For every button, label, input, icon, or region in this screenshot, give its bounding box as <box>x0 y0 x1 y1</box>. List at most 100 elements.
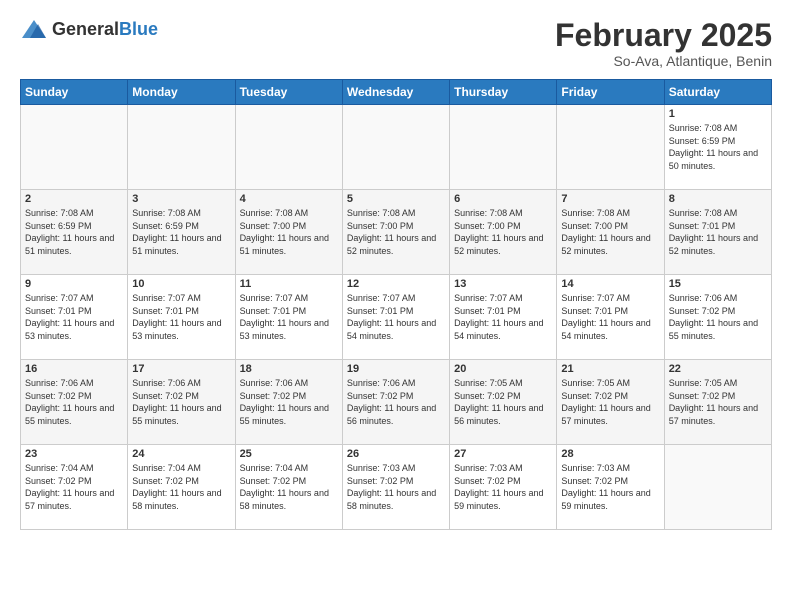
calendar-cell: 5 Sunrise: 7:08 AMSunset: 7:00 PMDaylight… <box>342 190 449 275</box>
day-number: 2 <box>25 193 123 205</box>
day-info: Sunrise: 7:04 AMSunset: 7:02 PMDaylight:… <box>240 462 338 512</box>
calendar-week-3: 16 Sunrise: 7:06 AMSunset: 7:02 PMDayligh… <box>21 360 772 445</box>
calendar-cell: 6 Sunrise: 7:08 AMSunset: 7:00 PMDaylight… <box>450 190 557 275</box>
col-sunday: Sunday <box>21 80 128 105</box>
day-info: Sunrise: 7:05 AMSunset: 7:02 PMDaylight:… <box>669 377 767 427</box>
calendar-cell: 12Sunrise: 7:07 AMSunset: 7:01 PMDayligh… <box>342 275 449 360</box>
calendar-cell: 4Sunrise: 7:08 AMSunset: 7:00 PMDaylight… <box>235 190 342 275</box>
day-info: Sunrise: 7:08 AMSunset: 7:00 PMDaylight:… <box>454 207 552 257</box>
calendar-cell: 27 Sunrise: 7:03 AMSunset: 7:02 PMDayligh… <box>450 445 557 530</box>
calendar-cell: 1Sunrise: 7:08 AMSunset: 6:59 PMDaylight… <box>664 105 771 190</box>
day-number: 21 <box>561 363 659 375</box>
calendar-cell: 9 Sunrise: 7:07 AMSunset: 7:01 PMDaylight… <box>21 275 128 360</box>
day-info: Sunrise: 7:05 AMSunset: 7:02 PMDaylight:… <box>561 377 659 427</box>
day-number: 20 <box>454 363 552 375</box>
calendar-cell: 3 Sunrise: 7:08 AMSunset: 6:59 PMDaylight… <box>128 190 235 275</box>
day-info: Sunrise: 7:06 AMSunset: 7:02 PMDaylight:… <box>240 377 338 427</box>
calendar-cell: 11 Sunrise: 7:07 AMSunset: 7:01 PMDayligh… <box>235 275 342 360</box>
col-saturday: Saturday <box>664 80 771 105</box>
day-info: Sunrise: 7:07 AMSunset: 7:01 PMDaylight:… <box>561 292 659 342</box>
day-number: 15 <box>669 278 767 290</box>
day-number: 14 <box>561 278 659 290</box>
day-info: Sunrise: 7:04 AMSunset: 7:02 PMDaylight:… <box>132 462 230 512</box>
calendar-cell: 24 Sunrise: 7:04 AMSunset: 7:02 PMDayligh… <box>128 445 235 530</box>
calendar-cell: 13Sunrise: 7:07 AMSunset: 7:01 PMDayligh… <box>450 275 557 360</box>
calendar-cell: 8Sunrise: 7:08 AMSunset: 7:01 PMDaylight… <box>664 190 771 275</box>
day-number: 26 <box>347 448 445 460</box>
day-info: Sunrise: 7:07 AMSunset: 7:01 PMDaylight:… <box>454 292 552 342</box>
calendar-cell: 22 Sunrise: 7:05 AMSunset: 7:02 PMDayligh… <box>664 360 771 445</box>
day-info: Sunrise: 7:05 AMSunset: 7:02 PMDaylight:… <box>454 377 552 427</box>
calendar-cell: 25 Sunrise: 7:04 AMSunset: 7:02 PMDayligh… <box>235 445 342 530</box>
calendar-week-4: 23 Sunrise: 7:04 AMSunset: 7:02 PMDayligh… <box>21 445 772 530</box>
day-number: 6 <box>454 193 552 205</box>
day-number: 7 <box>561 193 659 205</box>
day-number: 3 <box>132 193 230 205</box>
day-info: Sunrise: 7:08 AMSunset: 6:59 PMDaylight:… <box>25 207 123 257</box>
calendar-cell: 10 Sunrise: 7:07 AMSunset: 7:01 PMDayligh… <box>128 275 235 360</box>
calendar-table: Sunday Monday Tuesday Wednesday Thursday… <box>20 79 772 530</box>
day-info: Sunrise: 7:07 AMSunset: 7:01 PMDaylight:… <box>25 292 123 342</box>
day-info: Sunrise: 7:06 AMSunset: 7:02 PMDaylight:… <box>132 377 230 427</box>
calendar-cell <box>128 105 235 190</box>
calendar-cell: 7 Sunrise: 7:08 AMSunset: 7:00 PMDaylight… <box>557 190 664 275</box>
calendar-cell <box>450 105 557 190</box>
calendar-cell: 20 Sunrise: 7:05 AMSunset: 7:02 PMDayligh… <box>450 360 557 445</box>
day-info: Sunrise: 7:04 AMSunset: 7:02 PMDaylight:… <box>25 462 123 512</box>
day-info: Sunrise: 7:03 AMSunset: 7:02 PMDaylight:… <box>454 462 552 512</box>
calendar-cell: 21 Sunrise: 7:05 AMSunset: 7:02 PMDayligh… <box>557 360 664 445</box>
day-info: Sunrise: 7:06 AMSunset: 7:02 PMDaylight:… <box>669 292 767 342</box>
calendar-title: February 2025 <box>555 18 772 53</box>
calendar-cell: 23 Sunrise: 7:04 AMSunset: 7:02 PMDayligh… <box>21 445 128 530</box>
day-number: 10 <box>132 278 230 290</box>
day-number: 9 <box>25 278 123 290</box>
day-info: Sunrise: 7:08 AMSunset: 7:00 PMDaylight:… <box>561 207 659 257</box>
day-info: Sunrise: 7:03 AMSunset: 7:02 PMDaylight:… <box>347 462 445 512</box>
logo-icon <box>20 18 48 40</box>
calendar-cell: 17 Sunrise: 7:06 AMSunset: 7:02 PMDayligh… <box>128 360 235 445</box>
col-tuesday: Tuesday <box>235 80 342 105</box>
calendar-cell <box>557 105 664 190</box>
title-block: February 2025 So-Ava, Atlantique, Benin <box>555 18 772 69</box>
day-number: 1 <box>669 108 767 120</box>
day-info: Sunrise: 7:08 AMSunset: 7:01 PMDaylight:… <box>669 207 767 257</box>
day-info: Sunrise: 7:06 AMSunset: 7:02 PMDaylight:… <box>347 377 445 427</box>
page: GeneralBlue February 2025 So-Ava, Atlant… <box>0 0 792 612</box>
day-number: 16 <box>25 363 123 375</box>
day-number: 23 <box>25 448 123 460</box>
calendar-cell <box>235 105 342 190</box>
day-info: Sunrise: 7:07 AMSunset: 7:01 PMDaylight:… <box>347 292 445 342</box>
calendar-cell: 14 Sunrise: 7:07 AMSunset: 7:01 PMDayligh… <box>557 275 664 360</box>
day-number: 28 <box>561 448 659 460</box>
col-friday: Friday <box>557 80 664 105</box>
col-monday: Monday <box>128 80 235 105</box>
calendar-week-0: 1Sunrise: 7:08 AMSunset: 6:59 PMDaylight… <box>21 105 772 190</box>
calendar-cell: 2 Sunrise: 7:08 AMSunset: 6:59 PMDaylight… <box>21 190 128 275</box>
day-info: Sunrise: 7:07 AMSunset: 7:01 PMDaylight:… <box>240 292 338 342</box>
logo-general: General <box>52 19 119 39</box>
calendar-cell: 18Sunrise: 7:06 AMSunset: 7:02 PMDayligh… <box>235 360 342 445</box>
calendar-cell: 16Sunrise: 7:06 AMSunset: 7:02 PMDayligh… <box>21 360 128 445</box>
day-info: Sunrise: 7:07 AMSunset: 7:01 PMDaylight:… <box>132 292 230 342</box>
calendar-cell: 15 Sunrise: 7:06 AMSunset: 7:02 PMDayligh… <box>664 275 771 360</box>
logo: GeneralBlue <box>20 18 158 40</box>
day-number: 11 <box>240 278 338 290</box>
day-info: Sunrise: 7:08 AMSunset: 7:00 PMDaylight:… <box>347 207 445 257</box>
calendar-cell <box>664 445 771 530</box>
logo-blue: Blue <box>119 19 158 39</box>
calendar-cell: 26 Sunrise: 7:03 AMSunset: 7:02 PMDayligh… <box>342 445 449 530</box>
day-number: 22 <box>669 363 767 375</box>
calendar-cell: 19 Sunrise: 7:06 AMSunset: 7:02 PMDayligh… <box>342 360 449 445</box>
day-number: 5 <box>347 193 445 205</box>
header: GeneralBlue February 2025 So-Ava, Atlant… <box>20 18 772 69</box>
day-number: 17 <box>132 363 230 375</box>
calendar-cell: 28Sunrise: 7:03 AMSunset: 7:02 PMDayligh… <box>557 445 664 530</box>
day-info: Sunrise: 7:08 AMSunset: 6:59 PMDaylight:… <box>132 207 230 257</box>
calendar-cell <box>21 105 128 190</box>
day-number: 25 <box>240 448 338 460</box>
day-number: 19 <box>347 363 445 375</box>
day-info: Sunrise: 7:08 AMSunset: 7:00 PMDaylight:… <box>240 207 338 257</box>
day-number: 24 <box>132 448 230 460</box>
header-row: Sunday Monday Tuesday Wednesday Thursday… <box>21 80 772 105</box>
day-number: 27 <box>454 448 552 460</box>
